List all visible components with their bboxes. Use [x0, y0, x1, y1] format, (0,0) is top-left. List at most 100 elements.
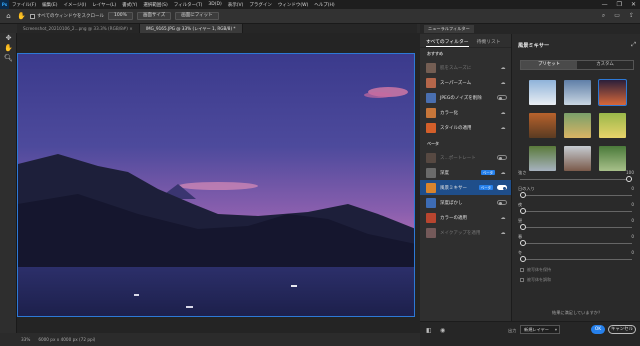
restore-icon[interactable]: ❐	[617, 0, 622, 9]
filter-row[interactable]: スタイルの適用 ☁	[420, 120, 511, 135]
filter-row[interactable]: 深度ぼかし	[420, 195, 511, 210]
scroll-all-windows-checkbox[interactable]: すべてのウィンドウをスクロール	[30, 13, 104, 19]
menu-item[interactable]: イメージ(I)	[63, 2, 86, 8]
tab-img-9165[interactable]: IMG_9165.JPG @ 33% (レイヤー 1, RGB/8) *	[139, 24, 243, 33]
checkbox-box[interactable]	[520, 268, 524, 272]
menu-items: ファイル(F) 編集(E) イメージ(I) レイヤー(L) 書式(Y) 選択範囲(S) フィ…	[12, 2, 335, 8]
slider-knob[interactable]	[520, 208, 526, 214]
preset-thumbnail[interactable]	[528, 80, 556, 105]
menu-item[interactable]: レイヤー(L)	[92, 2, 116, 8]
zoom-100-button[interactable]: 100%	[108, 12, 133, 20]
cancel-button[interactable]: キャンセル	[608, 325, 636, 334]
filter-label: カラー化	[440, 110, 458, 116]
expand-icon[interactable]: ⤢	[631, 41, 636, 49]
workspace-icon[interactable]: ▭	[614, 12, 620, 20]
move-tool-icon[interactable]: ✥	[0, 33, 17, 43]
slider-row: 夜0	[512, 201, 640, 217]
menu-item[interactable]: ファイル(F)	[12, 2, 36, 8]
tab-wait-list[interactable]: 待機リスト	[477, 38, 501, 47]
tab-preset[interactable]: プリセット	[521, 61, 577, 69]
compare-icon[interactable]: ◧	[426, 327, 432, 334]
preset-thumbnail[interactable]	[597, 79, 627, 106]
slider-track[interactable]	[520, 211, 632, 212]
options-right-icons: ⌕ ▭ ⇪	[602, 12, 634, 20]
checkbox-box[interactable]	[30, 13, 35, 19]
subject-checkbox[interactable]: 被写体を保持	[512, 265, 640, 275]
slider-track[interactable]	[520, 227, 632, 228]
menu-item[interactable]: フィルター(T)	[174, 2, 203, 8]
filter-toggle[interactable]	[497, 95, 507, 100]
share-icon[interactable]: ⇪	[629, 12, 634, 20]
hand-tool-icon[interactable]: ✋	[0, 43, 17, 53]
filter-row[interactable]: カラーの適用 ☁	[420, 210, 511, 225]
minimize-icon[interactable]: —	[602, 0, 608, 9]
slider-knob[interactable]	[626, 176, 632, 182]
cloud-download-icon[interactable]: ☁	[499, 65, 507, 71]
subject-checkbox[interactable]: 被写体を調和	[512, 275, 640, 285]
zoom-tool-icon[interactable]: 🔍︎	[0, 53, 17, 63]
checkbox-label: 被写体を保持	[527, 267, 551, 272]
menu-item[interactable]: 3D(D)	[208, 2, 221, 8]
slider-knob[interactable]	[520, 192, 526, 198]
search-icon[interactable]: ⌕	[602, 12, 605, 20]
filter-toggle[interactable]	[497, 155, 507, 160]
filter-row[interactable]: 肌をスムーズに ☁	[420, 60, 511, 75]
menu-item[interactable]: 書式(Y)	[122, 2, 137, 8]
home-icon[interactable]: ⌂	[4, 12, 13, 21]
filter-row[interactable]: カラー化 ☁	[420, 105, 511, 120]
slider-knob[interactable]	[520, 240, 526, 246]
cloud-download-icon[interactable]: ☁	[499, 80, 507, 86]
slider-row: 日の入り 0	[512, 185, 640, 201]
close-icon[interactable]: ✕	[631, 0, 636, 9]
layer-preview-icon[interactable]: ◉	[440, 327, 445, 334]
preset-thumbnail[interactable]	[563, 113, 591, 138]
fit-screen-button[interactable]: 画面サイズ	[136, 12, 172, 20]
tab-custom[interactable]: カスタム	[577, 61, 633, 69]
preset-thumbnail[interactable]	[528, 146, 556, 171]
preset-thumbnail[interactable]	[598, 113, 626, 138]
filter-row[interactable]: 深度 ベータ ☁	[420, 165, 511, 180]
cloud-download-icon[interactable]: ☁	[499, 170, 507, 176]
hand-tool-icon[interactable]: ✋	[17, 12, 26, 21]
zoom-level[interactable]: 33%	[21, 337, 30, 342]
menu-item[interactable]: 編集(E)	[42, 2, 57, 8]
filter-toggle[interactable]	[497, 200, 507, 205]
preset-thumbnail[interactable]	[563, 146, 591, 171]
menu-item[interactable]: 選択範囲(S)	[143, 2, 167, 8]
photoshop-logo-icon[interactable]: Ps	[0, 0, 9, 9]
output-select[interactable]: 新規レイヤー	[520, 325, 560, 334]
filter-row[interactable]: メイクアップを適用 ☁	[420, 225, 511, 240]
cloud-download-icon[interactable]: ☁	[499, 230, 507, 236]
menu-item[interactable]: ウィンドウ(W)	[278, 2, 308, 8]
tab-screenshot[interactable]: Screenshot_20210106_2...png @ 33.3% (RGB…	[17, 24, 140, 33]
menu-item[interactable]: ヘルプ(H)	[314, 2, 334, 8]
preset-thumbnail[interactable]	[598, 146, 626, 171]
filter-row[interactable]: ス...ポートレート	[420, 150, 511, 165]
checkbox-label: 被写体を調和	[527, 277, 551, 282]
menu-item[interactable]: プラグイン	[249, 2, 272, 8]
filter-toggle[interactable]	[497, 185, 507, 190]
tab-all-filters[interactable]: すべてのフィルター	[426, 38, 469, 47]
cloud-download-icon[interactable]: ☁	[499, 125, 507, 131]
preset-thumbnail[interactable]	[563, 80, 591, 105]
fill-screen-button[interactable]: 画面にフィット	[175, 12, 219, 20]
filter-row[interactable]: 風景ミキサー ベータ	[420, 180, 511, 195]
slider-row: 冬0	[512, 249, 640, 265]
cloud-download-icon[interactable]: ☁	[499, 110, 507, 116]
preset-thumbnail[interactable]	[528, 113, 556, 138]
slider-knob[interactable]	[520, 224, 526, 230]
slider-track[interactable]	[520, 195, 632, 196]
menu-item[interactable]: 表示(V)	[228, 2, 244, 8]
ok-button[interactable]: OK	[591, 325, 605, 334]
filter-thumbnail-icon	[426, 122, 436, 133]
document-tabs: Screenshot_20210106_2...png @ 33.3% (RGB…	[17, 24, 417, 33]
checkbox-box[interactable]	[520, 278, 524, 282]
document-canvas[interactable]	[17, 53, 415, 317]
slider-track[interactable]	[520, 179, 632, 180]
filter-row[interactable]: スーパーズーム ☁	[420, 75, 511, 90]
filter-row[interactable]: JPEGのノイズを削除	[420, 90, 511, 105]
slider-track[interactable]	[520, 243, 632, 244]
cloud-download-icon[interactable]: ☁	[499, 215, 507, 221]
slider-knob[interactable]	[520, 256, 526, 262]
slider-track[interactable]	[520, 259, 632, 260]
